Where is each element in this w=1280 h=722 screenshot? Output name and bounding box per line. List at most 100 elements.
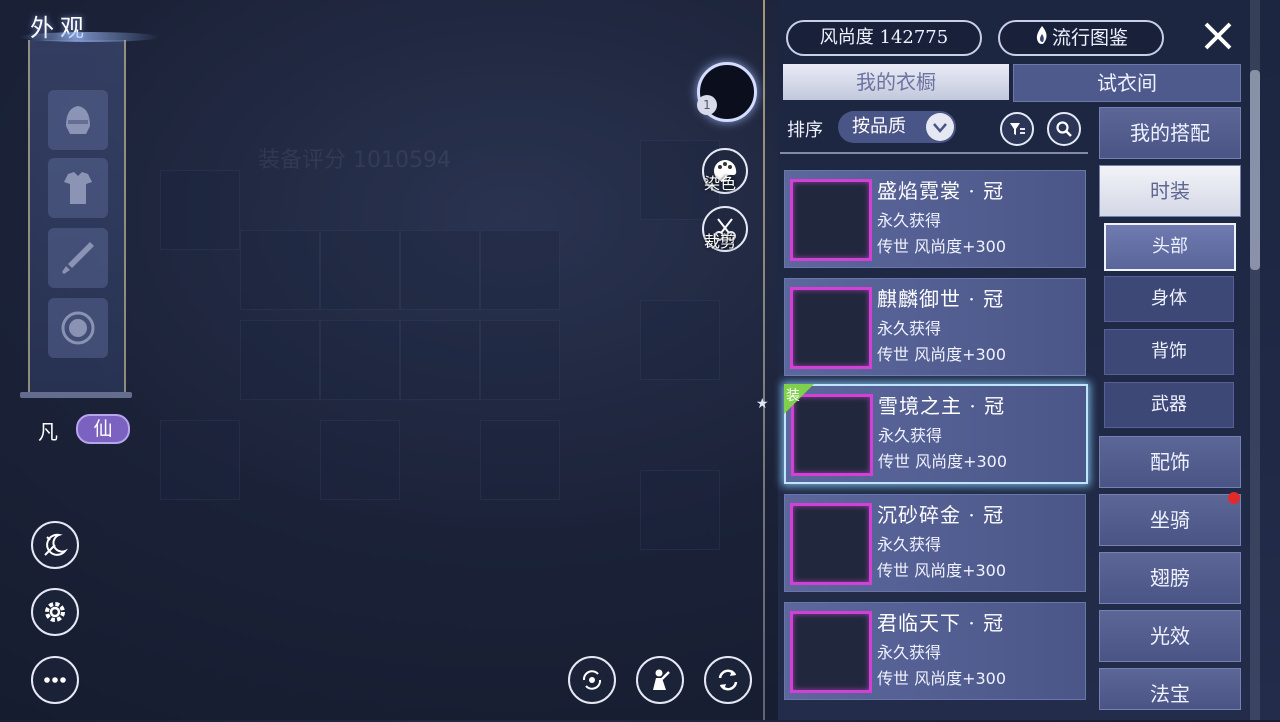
tab-my-wardrobe[interactable]: 我的衣橱 <box>783 64 1009 100</box>
filter-button[interactable] <box>1000 112 1034 146</box>
item-attribute: 传世 风尚度+300 <box>877 669 1007 688</box>
day-night-icon <box>44 533 68 556</box>
search-icon <box>1056 121 1072 137</box>
mortal-option[interactable]: 凡 <box>38 416 58 445</box>
item-name: 雪境之主 · 冠 <box>878 394 1006 418</box>
rotate-icon <box>582 670 602 690</box>
item-attribute: 传世 风尚度+300 <box>877 237 1007 256</box>
dye-button[interactable]: 染色 <box>702 148 748 194</box>
item-card[interactable]: 盛焰霓裳 · 冠 永久获得 传世 风尚度+300 <box>784 170 1086 268</box>
background-cell <box>320 320 400 400</box>
background-cell <box>400 230 480 310</box>
item-name: 麒麟御世 · 冠 <box>877 287 1005 311</box>
category-fashion[interactable]: 时装 <box>1099 165 1241 217</box>
background-cell <box>400 320 480 400</box>
item-card[interactable]: 麒麟御世 · 冠 永久获得 传世 风尚度+300 <box>784 278 1086 376</box>
item-card-selected[interactable]: 装 雪境之主 · 冠 永久获得 传世 风尚度+300 <box>784 384 1088 484</box>
background-cell <box>480 320 560 400</box>
item-card[interactable]: 君临天下 · 冠 永久获得 传世 风尚度+300 <box>784 602 1086 700</box>
more-button[interactable] <box>31 656 79 704</box>
accessory-slot[interactable] <box>48 298 108 358</box>
background-cell <box>320 230 400 310</box>
tab-fitting-room[interactable]: 试衣间 <box>1013 64 1241 102</box>
background-cell <box>480 420 560 500</box>
equipment-slot-panel <box>28 40 126 392</box>
rotate-button[interactable] <box>568 656 616 704</box>
subcategory-weapon[interactable]: 武器 <box>1104 382 1234 428</box>
item-thumbnail <box>790 179 872 261</box>
tailor-button[interactable]: 裁剪 <box>702 206 748 252</box>
category-accessories[interactable]: 配饰 <box>1099 436 1241 488</box>
background-cell <box>480 230 560 310</box>
sort-value: 按品质 <box>852 116 906 137</box>
background-cell <box>320 420 400 500</box>
subcategory-back[interactable]: 背饰 <box>1104 329 1234 375</box>
sort-dropdown[interactable]: 按品质 <box>838 111 956 143</box>
dye-label: 染色 <box>704 174 737 193</box>
slot-panel-rod <box>20 392 132 398</box>
item-name: 君临天下 · 冠 <box>877 611 1005 635</box>
orb-icon <box>61 311 95 345</box>
armor-icon <box>64 172 92 204</box>
immortal-option[interactable]: 仙 <box>76 414 130 444</box>
body-slot[interactable] <box>48 158 108 218</box>
item-thumbnail <box>790 503 872 585</box>
refresh-button[interactable] <box>704 656 752 704</box>
title-decoration <box>20 32 160 42</box>
background-cell <box>640 300 720 380</box>
sword-icon <box>62 242 94 274</box>
search-button[interactable] <box>1047 112 1081 146</box>
mortal-immortal-toggle[interactable]: 凡 仙 <box>30 414 130 445</box>
item-attribute: 传世 风尚度+300 <box>877 345 1007 364</box>
fashion-score-display: 风尚度 142775 <box>786 20 982 56</box>
notification-dot <box>1228 492 1240 504</box>
background-cell <box>160 420 240 500</box>
flame-icon <box>1034 23 1050 55</box>
background-equip-score: 装备评分 1010594 <box>258 148 451 173</box>
category-mount[interactable]: 坐骑 <box>1099 494 1241 546</box>
item-card[interactable]: 沉砂碎金 · 冠 永久获得 传世 风尚度+300 <box>784 494 1086 592</box>
weapon-slot[interactable] <box>48 228 108 288</box>
item-attribute: 传世 风尚度+300 <box>877 561 1007 580</box>
star-icon: ★ <box>756 396 769 412</box>
avatar-count-badge: 1 <box>697 95 717 115</box>
category-my-outfits[interactable]: 我的搭配 <box>1099 107 1241 159</box>
item-thumbnail <box>790 287 872 369</box>
gear-icon <box>45 602 65 622</box>
trend-guide-button[interactable]: 流行图鉴 <box>998 20 1164 56</box>
background-cell <box>640 470 720 550</box>
equipped-flag-label: 装 <box>786 388 800 404</box>
category-wings[interactable]: 翅膀 <box>1099 552 1241 604</box>
item-thumbnail <box>790 611 872 693</box>
category-light-effect[interactable]: 光效 <box>1099 610 1241 662</box>
item-permanence: 永久获得 <box>878 426 943 445</box>
divider-line <box>763 0 765 720</box>
item-permanence: 永久获得 <box>877 535 942 554</box>
item-name: 沉砂碎金 · 冠 <box>877 503 1005 527</box>
item-attribute: 传世 风尚度+300 <box>878 452 1008 471</box>
trend-guide-label: 流行图鉴 <box>1051 27 1128 49</box>
item-permanence: 永久获得 <box>877 211 942 230</box>
background-cell <box>240 230 320 310</box>
more-icon <box>44 677 66 683</box>
item-permanence: 永久获得 <box>877 319 942 338</box>
day-night-button[interactable] <box>31 521 79 569</box>
filter-icon <box>1010 123 1025 135</box>
pose-button[interactable] <box>636 656 684 704</box>
chevron-down-icon <box>926 113 954 141</box>
close-icon <box>1204 22 1232 50</box>
tailor-label: 裁剪 <box>704 232 737 251</box>
refresh-icon <box>718 669 738 691</box>
subcategory-body[interactable]: 身体 <box>1104 276 1234 322</box>
helmet-icon <box>66 106 90 134</box>
head-slot[interactable] <box>48 90 108 150</box>
item-permanence: 永久获得 <box>877 643 942 662</box>
close-button[interactable] <box>1200 18 1236 54</box>
background-cell <box>240 320 320 400</box>
category-treasure[interactable]: 法宝 <box>1099 668 1241 710</box>
item-name: 盛焰霓裳 · 冠 <box>877 179 1005 203</box>
subcategory-head[interactable]: 头部 <box>1104 223 1236 271</box>
category-scrollbar-thumb[interactable] <box>1250 70 1260 270</box>
pose-icon <box>653 669 670 690</box>
settings-button[interactable] <box>31 588 79 636</box>
